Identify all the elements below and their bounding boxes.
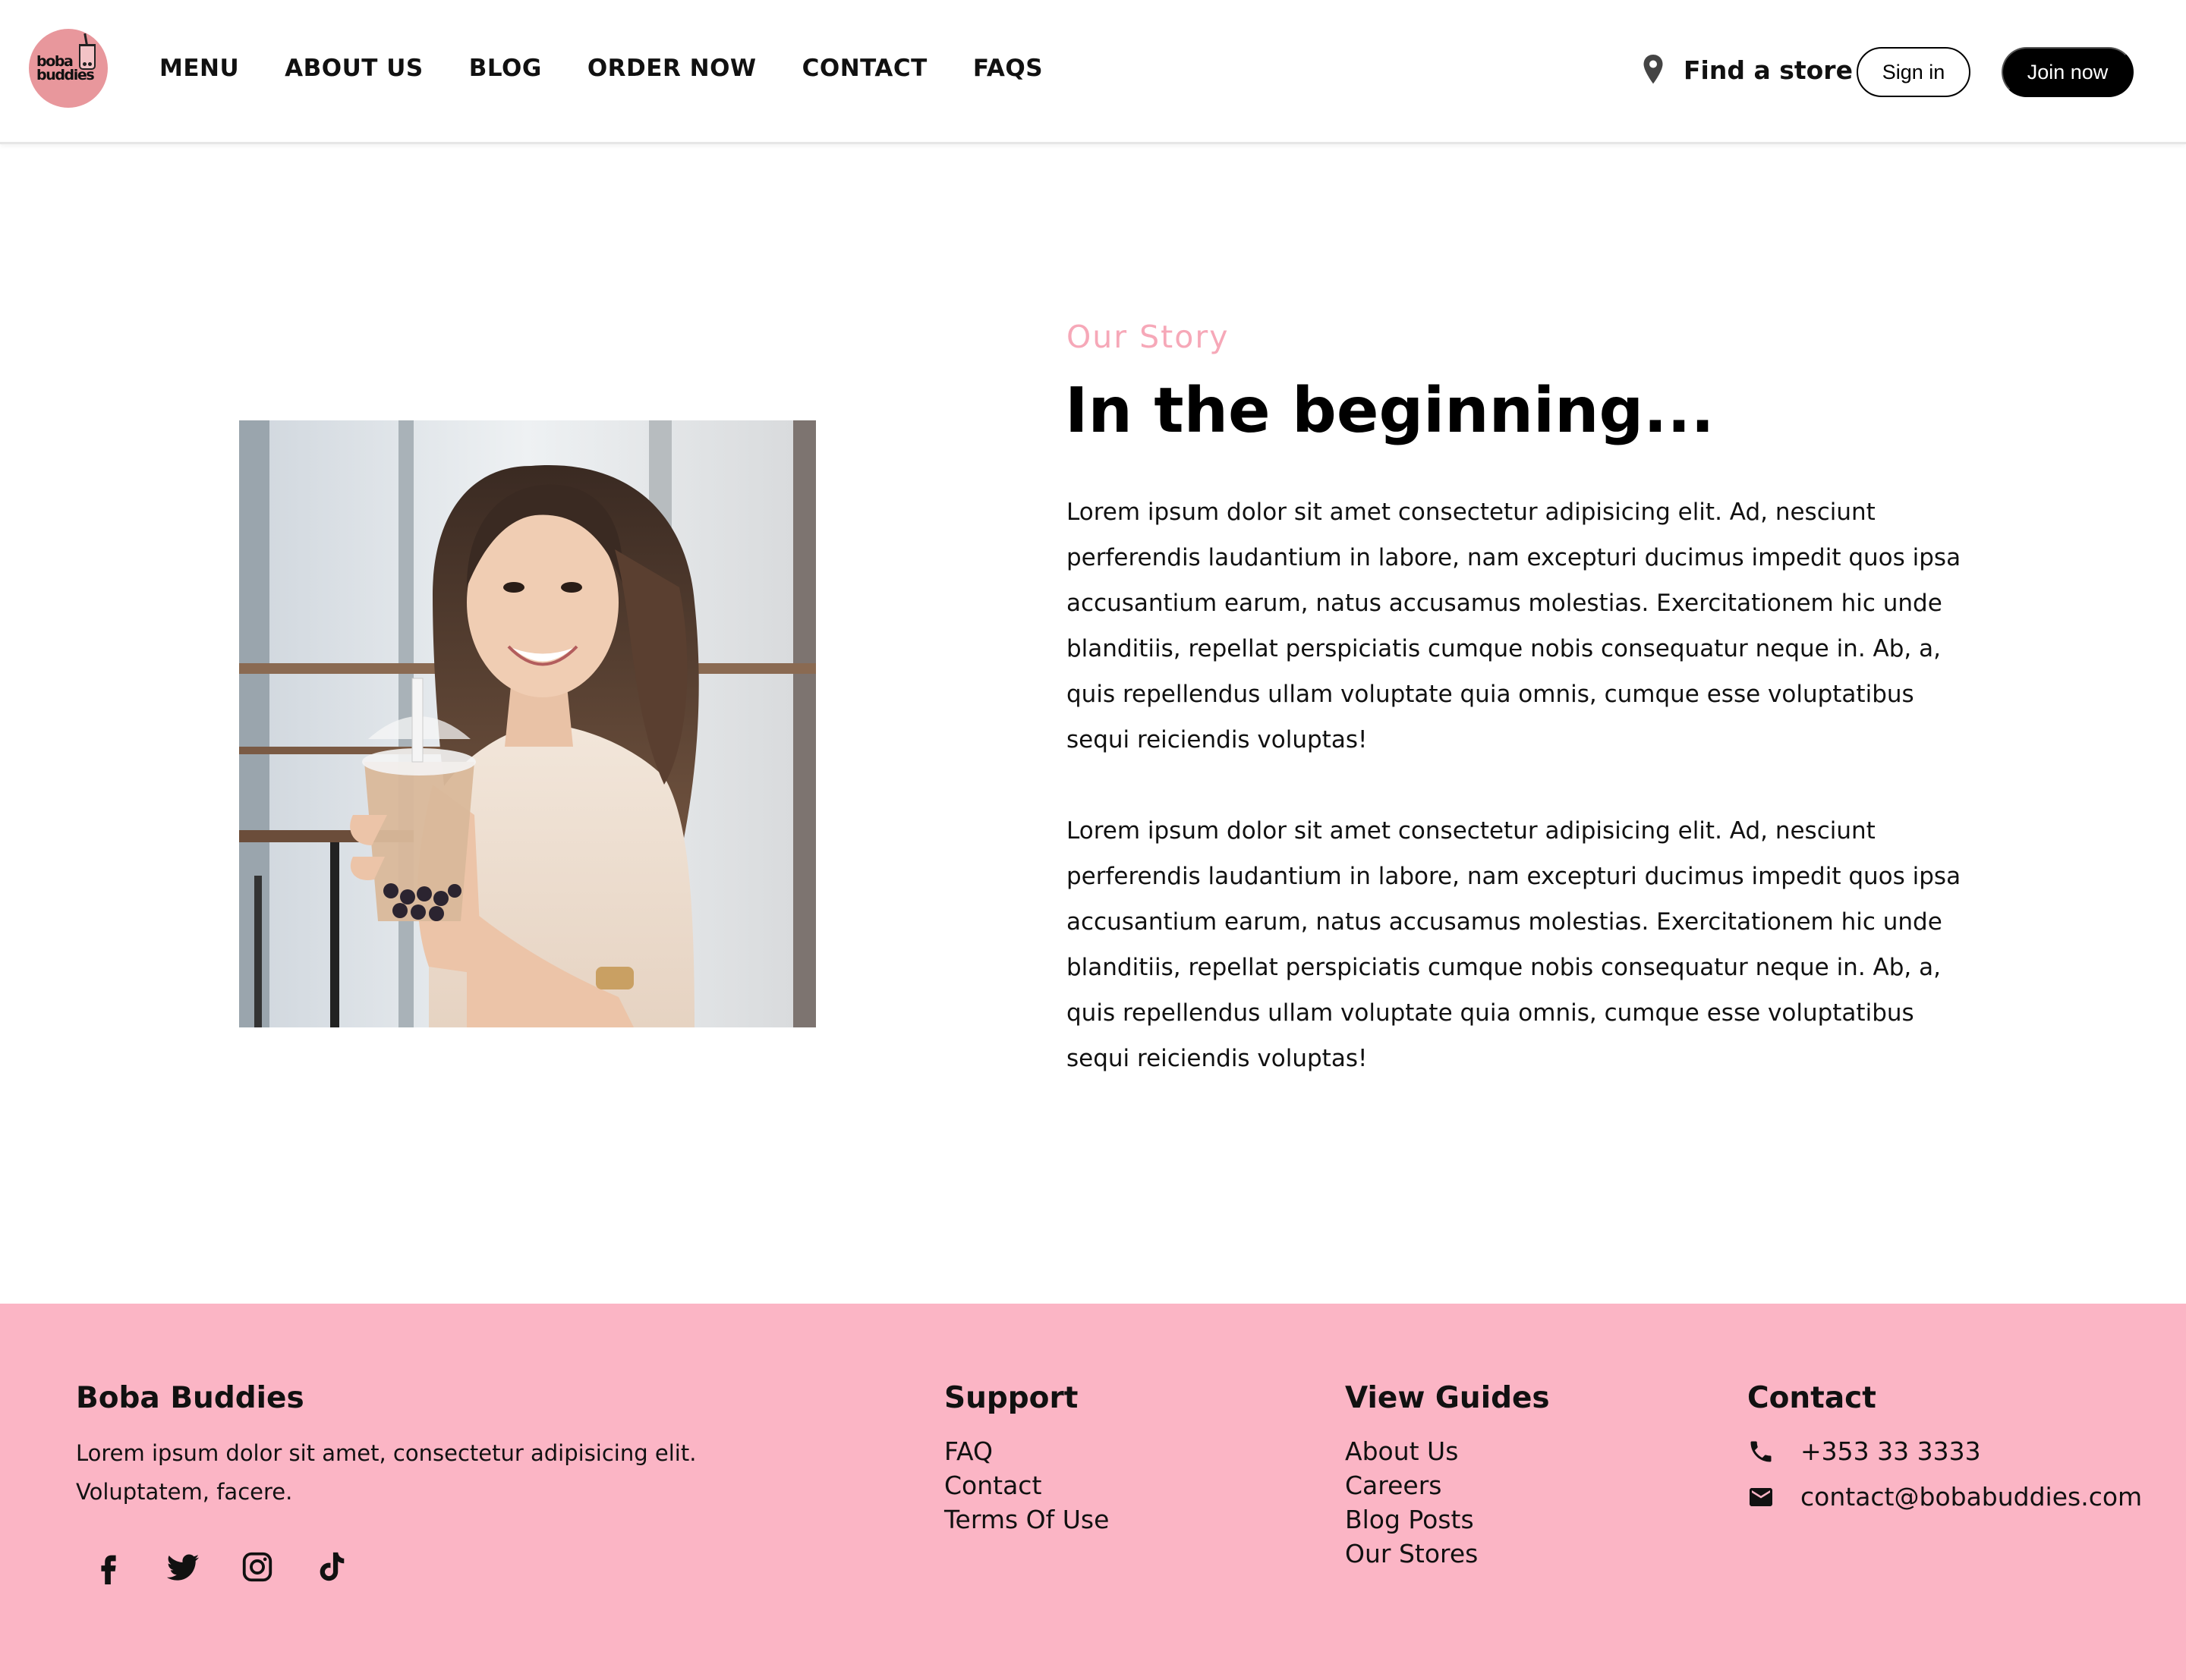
- footer-email[interactable]: contact@bobabuddies.com: [1747, 1482, 2142, 1512]
- footer-phone-number: +353 33 3333: [1800, 1436, 1981, 1466]
- sign-in-button[interactable]: Sign in: [1857, 47, 1970, 97]
- tiktok-icon[interactable]: [314, 1549, 349, 1584]
- footer-link-blog-posts[interactable]: Blog Posts: [1345, 1502, 1478, 1537]
- story-paragraph-2: Lorem ipsum dolor sit amet consectetur a…: [1066, 817, 1961, 1072]
- footer-link-terms-of-use[interactable]: Terms Of Use: [944, 1502, 1109, 1537]
- logo-text: boba buddies: [36, 55, 100, 83]
- footer-link-careers[interactable]: Careers: [1345, 1468, 1478, 1502]
- story-eyebrow: Our Story: [1066, 319, 1230, 355]
- footer-brand-text: Lorem ipsum dolor sit amet, consectetur …: [76, 1440, 697, 1505]
- story-photo: [239, 420, 816, 1027]
- nav-about-us[interactable]: ABOUT US: [285, 55, 424, 82]
- nav-contact[interactable]: CONTACT: [802, 55, 928, 82]
- main-nav: MENU ABOUT US BLOG ORDER NOW CONTACT FAQ…: [159, 55, 1043, 82]
- facebook-icon[interactable]: [91, 1549, 126, 1584]
- nav-blog[interactable]: BLOG: [469, 55, 542, 82]
- footer-link-our-stores[interactable]: Our Stores: [1345, 1537, 1478, 1571]
- story-title: In the beginning...: [1065, 375, 1715, 447]
- footer-support-links: FAQ Contact Terms Of Use: [944, 1434, 1109, 1537]
- nav-order-now[interactable]: ORDER NOW: [587, 55, 757, 82]
- nav-menu[interactable]: MENU: [159, 55, 239, 82]
- story-paragraph-1: Lorem ipsum dolor sit amet consectetur a…: [1066, 499, 1961, 753]
- find-store-label: Find a store: [1684, 55, 1853, 85]
- find-store-link[interactable]: Find a store: [1638, 53, 1853, 87]
- email-icon: [1750, 1487, 1772, 1506]
- logo-text-line2: buddies: [36, 67, 95, 83]
- footer-guides-links: About Us Careers Blog Posts Our Stores: [1345, 1434, 1478, 1571]
- nav-faqs[interactable]: FAQS: [973, 55, 1043, 82]
- footer-contact-title: Contact: [1747, 1381, 1876, 1415]
- twitter-icon[interactable]: [165, 1549, 200, 1584]
- join-now-button[interactable]: Join now: [2002, 47, 2134, 97]
- woman-with-bubble-tea-image: [239, 420, 816, 1027]
- footer-link-faq[interactable]: FAQ: [944, 1434, 1109, 1468]
- footer-email-address: contact@bobabuddies.com: [1800, 1482, 2143, 1512]
- footer-link-about-us[interactable]: About Us: [1345, 1434, 1478, 1468]
- footer-link-contact[interactable]: Contact: [944, 1468, 1109, 1502]
- site-header: boba buddies MENU ABOUT US BLOG ORDER NO…: [0, 0, 2186, 144]
- location-pin-icon: [1643, 55, 1663, 84]
- footer-brand-title: Boba Buddies: [76, 1381, 304, 1415]
- footer-support-title: Support: [944, 1381, 1079, 1415]
- footer-guides-title: View Guides: [1345, 1381, 1550, 1415]
- phone-icon: [1750, 1441, 1772, 1461]
- instagram-icon[interactable]: [240, 1549, 275, 1584]
- social-links: [91, 1549, 349, 1584]
- boba-buddies-logo[interactable]: boba buddies: [29, 29, 108, 108]
- footer-phone[interactable]: +353 33 3333: [1747, 1436, 1981, 1466]
